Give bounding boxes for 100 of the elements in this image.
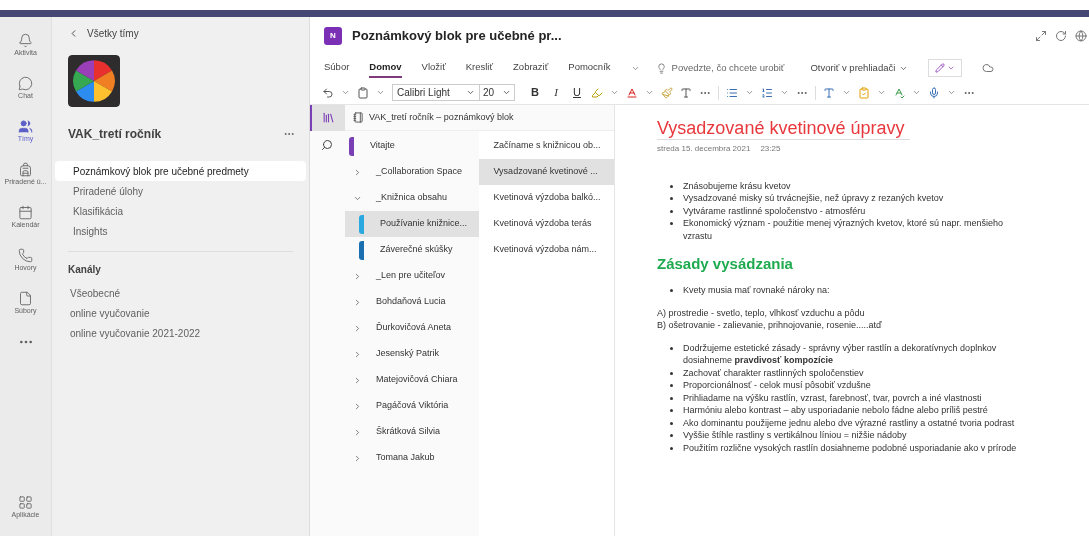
dropdown-caret-icon[interactable] xyxy=(912,88,921,97)
section-group[interactable]: Matejovičová Chiara xyxy=(344,367,480,393)
cloud-icon[interactable] xyxy=(982,62,995,74)
team-tab[interactable]: Insights xyxy=(55,221,306,241)
phone-icon xyxy=(18,247,33,263)
section-group[interactable]: Ďurkovičová Aneta xyxy=(344,315,480,341)
page-item[interactable]: Začíname s knižnicou ob... xyxy=(479,133,614,159)
channel-item[interactable]: online vyučovanie xyxy=(52,303,309,323)
pencil-icon xyxy=(935,63,946,73)
dropdown-caret-icon[interactable] xyxy=(745,88,754,97)
team-name: VAK_tretí ročník xyxy=(68,126,162,143)
section-group[interactable]: Jesenský Patrik xyxy=(344,341,480,367)
highlighter-icon[interactable] xyxy=(591,86,603,99)
bullet-text: Harmóniu alebo kontrast – aby usporiadanie nebolo fádne alebo príliš pestré xyxy=(683,404,988,417)
bullet-text: Zachovať charakter rastlinných spoločenstiev xyxy=(683,366,864,379)
open-in-browser-button[interactable]: Otvoriť v prehliadači xyxy=(810,60,909,76)
page-item[interactable]: Kvetinová výzdoba terás xyxy=(479,211,614,237)
section-group[interactable]: _Collaboration Space xyxy=(344,159,480,185)
bullet-text: Ako dominantu použijeme jednu alebo dve výrazné rastliny a ostatné tvoria podrast xyxy=(683,416,1015,429)
channel-item[interactable]: Všeobecné xyxy=(52,283,309,303)
section-group[interactable]: _Len pre učiteľov xyxy=(344,263,480,289)
dictate-icon[interactable] xyxy=(928,86,940,99)
spelling-icon[interactable] xyxy=(893,86,905,99)
italic-button[interactable]: I xyxy=(549,84,563,101)
globe-icon[interactable] xyxy=(1075,30,1087,42)
bullet-icon xyxy=(670,409,673,412)
font-size-field[interactable]: 20 xyxy=(479,84,515,101)
ribbon-tab[interactable]: Vložiť xyxy=(421,58,446,78)
channel-item[interactable]: online vyučovanie 2021-2022 xyxy=(52,323,309,343)
bullet-icon xyxy=(670,222,673,225)
bullet-text: Vytvárame rastlinné spoločenstvo - atmosféru xyxy=(683,204,866,217)
undo-icon[interactable] xyxy=(322,86,334,99)
tell-me-field[interactable]: Povedzte, čo chcete urobiť xyxy=(655,60,785,76)
page-item[interactable]: Kvetinová výzdoba nám... xyxy=(479,237,614,263)
section-group[interactable]: Škrátková Silvia xyxy=(344,419,480,445)
ribbon-tab[interactable]: Domov xyxy=(369,58,402,78)
page-title: Vysadzované kvetinové úpravy xyxy=(657,117,911,140)
bullet-text: Kvety musia mať rovnaké nároky na: xyxy=(683,284,830,297)
bullet-text: Vyššie štíhle rastliny s vertikálnou líniou = nižšie nádoby xyxy=(683,429,907,442)
section-group[interactable]: Bohdaňová Lucia xyxy=(344,289,480,315)
section-group[interactable]: _Knižnica obsahu xyxy=(344,185,480,211)
page-item[interactable]: Vysadzované kvetinové ... xyxy=(479,159,614,185)
notebook-title: VAK_tretí ročník – poznámkový blok xyxy=(369,110,514,124)
section-group[interactable]: Pagáčová Viktória xyxy=(344,393,480,419)
refresh-icon[interactable] xyxy=(1055,30,1067,42)
bullet-text: Vysadzované misky sú trvácnejšie, než úpravy z rezaných kvetov xyxy=(683,192,944,205)
dropdown-caret-icon[interactable] xyxy=(376,88,385,97)
section-item[interactable]: Záverečné skúšky xyxy=(344,237,480,263)
calendar-icon xyxy=(18,204,33,220)
section-group[interactable]: Tomana Jakub xyxy=(344,445,480,471)
dropdown-caret-icon[interactable] xyxy=(947,88,956,97)
dropdown-caret-icon[interactable] xyxy=(780,88,789,97)
bullet-icon xyxy=(670,421,673,425)
back-link[interactable]: Všetky tímy xyxy=(68,26,309,41)
bullet-text: Ekonomický význam - použitie menej výrazných kvetov, ktoré sú napr. menšieho vzrastu xyxy=(683,217,1004,242)
bullet-icon xyxy=(670,184,673,188)
text-line: B) ošetrovanie - zalievanie, prihnojovanie, rosenie.....atď xyxy=(657,319,883,332)
bullet-icon xyxy=(670,384,673,387)
bell-icon xyxy=(18,32,33,48)
section-item[interactable]: Používanie knižnice... xyxy=(344,211,480,237)
numbered-list-icon[interactable] xyxy=(761,86,773,99)
format-painter-icon[interactable] xyxy=(661,86,673,99)
text-line: A) prostredie - svetlo, teplo, vlhkosť vzduchu a pôdu xyxy=(657,306,866,319)
editing-mode-button[interactable] xyxy=(928,59,963,77)
bullet-icon xyxy=(670,371,673,375)
section-item[interactable]: Vitajte xyxy=(344,133,480,159)
bullet-text: Prihliadame na výšku rastlín, vzrast, farebnosť, tvar, povrch a iné vlastnosti xyxy=(683,391,982,404)
ribbon-tab[interactable]: Pomocník xyxy=(568,58,611,78)
lightbulb-icon xyxy=(655,62,667,74)
bullet-icon xyxy=(670,446,673,450)
dropdown-caret-icon[interactable] xyxy=(341,88,350,97)
styles-icon[interactable] xyxy=(823,86,835,99)
bullet-text: Znásobujeme krásu kvetov xyxy=(683,179,791,192)
team-tab[interactable]: Poznámkový blok pre učebné predmety xyxy=(55,161,306,181)
dropdown-caret-icon[interactable] xyxy=(877,88,886,97)
search-icon[interactable] xyxy=(321,139,334,151)
section-heading: Zásady vysádzania xyxy=(657,254,794,274)
bullet-text: Proporcionálnosť - celok musí pôsobiť vzdušne xyxy=(683,379,871,392)
bullet-icon xyxy=(670,346,673,350)
dropdown-caret-icon[interactable] xyxy=(842,88,851,97)
notebooks-button[interactable] xyxy=(310,104,345,131)
ribbon-tab[interactable]: Kresliť xyxy=(465,58,494,78)
library-icon xyxy=(322,111,335,124)
team-tab[interactable]: Priradené úlohy xyxy=(55,181,306,201)
dropdown-caret-icon[interactable] xyxy=(645,88,654,97)
dropdown-caret-icon[interactable] xyxy=(610,88,619,97)
backpack-icon xyxy=(18,161,33,177)
expand-icon[interactable] xyxy=(1035,30,1047,42)
apps-icon xyxy=(18,495,33,510)
font-field[interactable]: Calibri Light xyxy=(392,84,480,101)
bold-button[interactable]: B xyxy=(528,84,542,101)
bullet-list-icon[interactable] xyxy=(726,86,738,99)
caret-icon xyxy=(502,88,511,97)
ribbon-tab[interactable]: Súbor xyxy=(324,58,350,78)
underline-button[interactable]: U xyxy=(570,84,584,101)
ribbon-tab[interactable]: Zobraziť xyxy=(513,58,549,78)
page-item[interactable]: Kvetinová výzdoba balkó... xyxy=(479,185,614,211)
clipboard-icon[interactable] xyxy=(357,86,369,99)
team-tab[interactable]: Klasifikácia xyxy=(55,201,306,221)
font-color-icon[interactable] xyxy=(626,86,638,99)
